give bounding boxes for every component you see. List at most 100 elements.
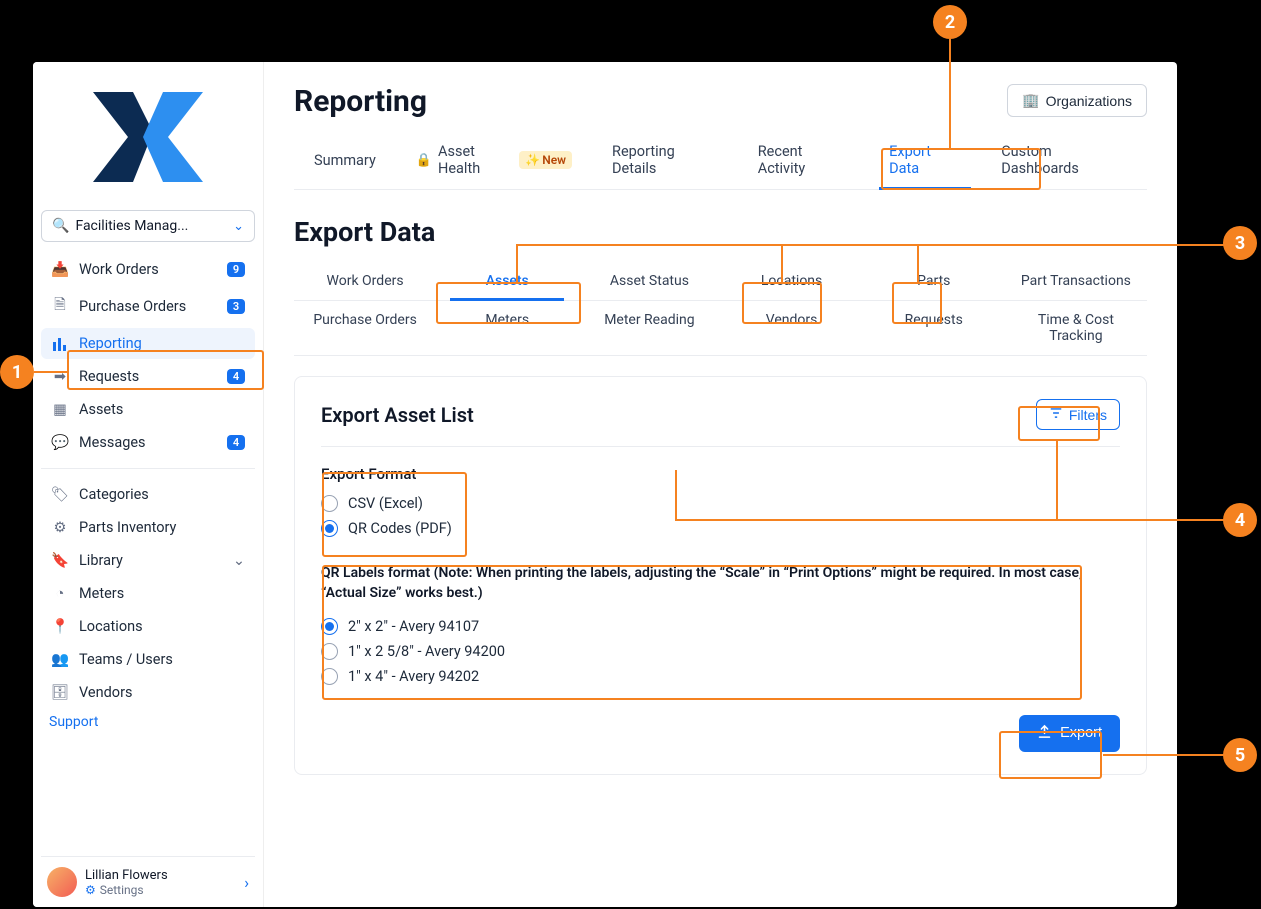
app-window: 🔍 Facilities Manag... ⌄ 📥 Work Orders 9 … [33, 62, 1177, 907]
tab-summary[interactable]: Summary [294, 133, 396, 189]
building-icon: 🏢 [1022, 92, 1039, 109]
tab-custom-dashboards[interactable]: Custom Dashboards [981, 133, 1147, 189]
nav-assets[interactable]: ▦ Assets [41, 394, 255, 425]
users-icon: 👥 [51, 651, 69, 668]
radio-icon [321, 495, 338, 512]
divider [41, 468, 255, 469]
radio-qr-1x4[interactable]: 1″ x 4″ - Avery 94202 [321, 664, 1120, 689]
subtab-meters[interactable]: Meters [436, 301, 578, 355]
tab-export-data[interactable]: Export Data [869, 133, 981, 189]
export-card: Export Asset List Filters Export Format … [294, 376, 1147, 775]
nav-secondary: 🏷 Categories ⚙ Parts Inventory 🔖 Library… [41, 479, 255, 708]
export-button[interactable]: Export [1019, 715, 1120, 752]
tag-icon: 🏷 [51, 486, 69, 503]
subtab-part-transactions[interactable]: Part Transactions [1005, 262, 1147, 300]
subtab-requests[interactable]: Requests [863, 301, 1005, 355]
subtab-time-cost[interactable]: Time & Cost Tracking [1005, 301, 1147, 355]
radio-csv[interactable]: CSV (Excel) [321, 491, 1120, 516]
nav-locations[interactable]: 📍 Locations [41, 611, 255, 642]
radio-icon [321, 668, 338, 685]
lock-icon: 🔒 [416, 153, 432, 168]
bar-chart-icon [51, 336, 69, 352]
card-header: Export Asset List Filters [321, 399, 1120, 447]
radio-qr-pdf[interactable]: QR Codes (PDF) [321, 516, 1120, 541]
nav-purchase-orders[interactable]: 🗎 Purchase Orders 3 [41, 287, 255, 326]
nav-label: Categories [79, 486, 245, 503]
nav-requests[interactable]: ➡ Requests 4 [41, 361, 255, 392]
badge: 4 [227, 369, 245, 384]
facility-name: Facilities Manag... [75, 218, 227, 234]
pin-icon: 📍 [51, 618, 69, 635]
gear-icon: ⚙ [51, 519, 69, 536]
section-title: Export Data [294, 216, 1147, 248]
support-link[interactable]: Support [41, 708, 255, 736]
badge: 3 [227, 299, 245, 314]
upload-icon [1037, 724, 1052, 743]
radio-icon [321, 643, 338, 660]
annotation-bubble-4: 4 [1223, 503, 1257, 537]
subtab-assets[interactable]: Assets [436, 262, 578, 300]
nav-categories[interactable]: 🏷 Categories [41, 479, 255, 510]
nav-teams-users[interactable]: 👥 Teams / Users [41, 644, 255, 675]
subtab-parts[interactable]: Parts [863, 262, 1005, 300]
grid-icon: ▦ [51, 401, 69, 418]
nav-meters[interactable]: ◔ Meters [41, 578, 255, 609]
export-subtabs-row2: Purchase Orders Meters Meter Reading Ven… [294, 301, 1147, 356]
subtab-asset-status[interactable]: Asset Status [578, 262, 720, 300]
radio-qr-1x258[interactable]: 1″ x 2 5/8″ - Avery 94200 [321, 639, 1120, 664]
page-title: Reporting [294, 84, 427, 119]
nav-library[interactable]: 🔖 Library ⌄ [41, 545, 255, 576]
annotation-bubble-3: 3 [1223, 226, 1257, 260]
nav-label: Locations [79, 618, 245, 635]
export-subtabs-row1: Work Orders Assets Asset Status Location… [294, 262, 1147, 301]
facility-dropdown[interactable]: 🔍 Facilities Manag... ⌄ [41, 210, 255, 242]
nav-parts-inventory[interactable]: ⚙ Parts Inventory [41, 512, 255, 543]
nav-primary: 📥 Work Orders 9 🗎 Purchase Orders 3 Repo… [41, 254, 255, 458]
nav-label: Reporting [79, 335, 245, 352]
qr-labels-note: QR Labels format (Note: When printing th… [321, 563, 1120, 604]
subtab-work-orders[interactable]: Work Orders [294, 262, 436, 300]
avatar [47, 867, 77, 897]
chat-icon: 💬 [51, 434, 69, 451]
chevron-down-icon: ⌄ [233, 219, 244, 234]
nav-label: Messages [79, 434, 217, 451]
document-icon: 🗎 [51, 294, 69, 319]
subtab-locations[interactable]: Locations [721, 262, 863, 300]
nav-reporting[interactable]: Reporting [41, 328, 255, 359]
filters-button[interactable]: Filters [1036, 399, 1120, 430]
arrow-right-icon: ➡ [51, 368, 69, 385]
tab-asset-health[interactable]: 🔒 Asset Health ✨New [396, 133, 592, 189]
bookmark-icon: 🔖 [51, 552, 69, 569]
export-format-label: Export Format [321, 465, 1120, 483]
tab-recent-activity[interactable]: Recent Activity [738, 133, 869, 189]
page-header: Reporting 🏢 Organizations [294, 84, 1147, 119]
main-content: Reporting 🏢 Organizations Summary 🔒 Asse… [264, 62, 1177, 907]
card-footer: Export [321, 715, 1120, 752]
subtab-meter-reading[interactable]: Meter Reading [578, 301, 720, 355]
organizations-button[interactable]: 🏢 Organizations [1007, 84, 1147, 117]
cabinet-icon: 🗄 [51, 684, 69, 701]
nav-label: Parts Inventory [79, 519, 245, 536]
nav-work-orders[interactable]: 📥 Work Orders 9 [41, 254, 255, 285]
profile-footer[interactable]: Lillian Flowers ⚙ Settings › [41, 856, 255, 907]
sidebar: 🔍 Facilities Manag... ⌄ 📥 Work Orders 9 … [33, 62, 264, 907]
profile-name: Lillian Flowers [85, 868, 168, 883]
nav-vendors[interactable]: 🗄 Vendors [41, 677, 255, 708]
new-badge: ✨New [519, 151, 572, 169]
annotation-bubble-1: 1 [0, 355, 34, 389]
nav-label: Teams / Users [79, 651, 245, 668]
tab-reporting-details[interactable]: Reporting Details [592, 133, 738, 189]
search-icon: 🔍 [52, 218, 69, 234]
badge: 9 [227, 262, 245, 277]
nav-label: Work Orders [79, 261, 217, 278]
annotation-bubble-5: 5 [1223, 738, 1257, 772]
nav-messages[interactable]: 💬 Messages 4 [41, 427, 255, 458]
radio-qr-2x2[interactable]: 2″ x 2″ - Avery 94107 [321, 614, 1120, 639]
radio-icon [321, 618, 338, 635]
subtab-vendors[interactable]: Vendors [721, 301, 863, 355]
main-tabs: Summary 🔒 Asset Health ✨New Reporting De… [294, 133, 1147, 190]
nav-label: Library [79, 552, 223, 569]
sparkle-icon: ✨ [525, 153, 540, 167]
logo-x-icon [88, 82, 208, 192]
subtab-purchase-orders[interactable]: Purchase Orders [294, 301, 436, 355]
